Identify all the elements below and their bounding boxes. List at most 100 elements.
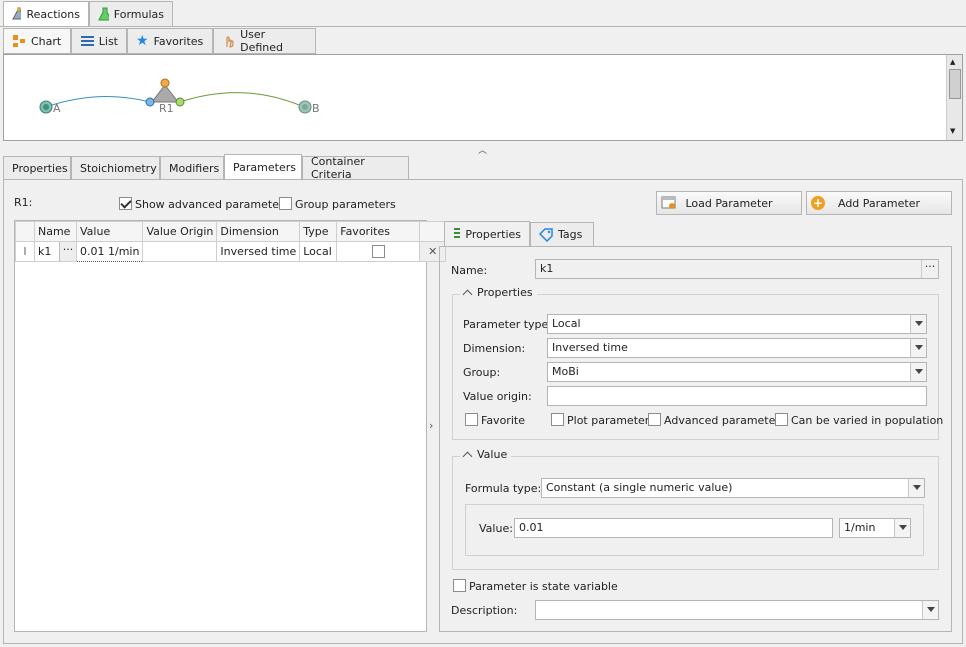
cell-value[interactable]: 0.01 1/min xyxy=(75,241,144,262)
col-dimension[interactable]: Dimension xyxy=(216,221,301,242)
plot-parameter-checkbox[interactable] xyxy=(551,413,564,426)
cell-value-origin[interactable] xyxy=(142,241,218,262)
parameters-grid: Name Value Value Origin Dimension Type F… xyxy=(15,221,447,262)
group-value: MoBi xyxy=(552,365,579,378)
formula-type-value: Constant (a single numeric value) xyxy=(546,481,733,494)
group-parameters-label: Group parameters xyxy=(295,198,396,211)
parameters-grid-area[interactable] xyxy=(14,220,427,632)
tab-reactions[interactable]: Reactions xyxy=(3,1,89,27)
tab-tags-label: Tags xyxy=(558,228,583,241)
splitter-collapse-icon[interactable]: ︿ xyxy=(478,143,487,156)
tab-parameters[interactable]: Parameters xyxy=(224,154,302,180)
favorite-flag-checkbox[interactable] xyxy=(465,413,478,426)
expand-right-icon[interactable]: › xyxy=(429,419,433,432)
row-cursor-icon: I xyxy=(15,241,35,262)
group-parameters-checkbox[interactable] xyxy=(279,197,292,210)
add-parameter-button[interactable]: + Add Parameter xyxy=(806,191,952,215)
state-variable-checkbox[interactable] xyxy=(453,579,466,592)
col-value[interactable]: Value xyxy=(75,221,144,242)
col-favorites[interactable]: Favorites xyxy=(336,221,421,242)
tab-tags[interactable]: Tags xyxy=(530,222,594,247)
row-indicator-header xyxy=(15,221,35,242)
node-a-label: A xyxy=(53,102,61,115)
tab-chart[interactable]: Chart xyxy=(3,28,71,54)
description-label: Description: xyxy=(451,604,518,617)
reaction-diagram[interactable]: A R1 B ▲ ▼ xyxy=(3,54,963,141)
cell-dimension[interactable]: Inversed time xyxy=(216,241,301,262)
chevron-down-icon xyxy=(910,315,926,333)
value-value: 0.01 xyxy=(519,521,544,534)
chart-icon xyxy=(13,35,25,47)
tab-modifiers-label: Modifiers xyxy=(169,161,220,175)
varied-population-label: Can be varied in population xyxy=(791,414,944,427)
tab-stoichiometry-label: Stoichiometry xyxy=(80,161,157,175)
tab-properties[interactable]: Properties xyxy=(3,156,71,180)
tab-formulas[interactable]: Formulas xyxy=(89,1,173,27)
chevron-down-icon xyxy=(894,519,910,537)
col-type[interactable]: Type xyxy=(299,221,338,242)
description-field[interactable] xyxy=(535,600,939,620)
tag-icon xyxy=(539,227,553,242)
dimension-select[interactable]: Inversed time xyxy=(547,338,927,358)
cell-favorite[interactable] xyxy=(336,241,421,262)
tab-container-criteria-label: Container Criteria xyxy=(311,155,365,181)
advanced-parameter-label: Advanced parameter xyxy=(664,414,780,427)
diagram-scrollbar[interactable]: ▲ ▼ xyxy=(946,55,962,140)
cell-type[interactable]: Local xyxy=(299,241,338,262)
list-icon xyxy=(81,36,94,46)
favorite-checkbox[interactable] xyxy=(372,245,386,258)
param-type-select[interactable]: Local xyxy=(547,314,927,334)
properties-group-header[interactable]: Properties xyxy=(460,286,537,300)
tab-user-defined-label: User Defined xyxy=(240,28,283,54)
tab-properties-label: Properties xyxy=(12,161,68,175)
table-row[interactable]: I k1 ··· 0.01 1/min Inversed time Local ✕ xyxy=(15,241,447,262)
tab-stoichiometry[interactable]: Stoichiometry xyxy=(71,156,160,180)
advanced-parameter-checkbox[interactable] xyxy=(648,413,661,426)
collapse-icon xyxy=(462,289,473,300)
tab-user-defined[interactable]: User Defined xyxy=(213,28,316,54)
ellipsis-button[interactable]: ··· xyxy=(59,242,76,261)
tab-container-criteria[interactable]: Container Criteria xyxy=(302,155,409,181)
value-group-header[interactable]: Value xyxy=(460,448,512,462)
tab-reactions-label: Reactions xyxy=(26,7,80,21)
tab-favorites[interactable]: ★ Favorites xyxy=(127,28,213,54)
tab-favorites-label: Favorites xyxy=(153,34,204,48)
name-field[interactable]: k1 ··· xyxy=(535,259,939,279)
flask-icon xyxy=(98,7,109,21)
edge-a-r1 xyxy=(45,96,151,108)
load-parameter-button[interactable]: Load Parameter xyxy=(656,191,802,215)
name-value: k1 xyxy=(540,262,554,275)
value-field[interactable]: 0.01 xyxy=(514,518,833,538)
favorite-flag-label: Favorite xyxy=(481,414,525,427)
group-select[interactable]: MoBi xyxy=(547,362,927,382)
tab-right-properties[interactable]: Properties xyxy=(444,221,530,247)
varied-population-checkbox[interactable] xyxy=(775,413,788,426)
dimension-value: Inversed time xyxy=(552,341,628,354)
value-header-label: Value xyxy=(477,448,508,461)
show-advanced-checkbox[interactable] xyxy=(119,197,132,210)
tab-modifiers[interactable]: Modifiers xyxy=(160,156,224,180)
formula-type-select[interactable]: Constant (a single numeric value) xyxy=(541,478,925,498)
load-icon xyxy=(661,196,676,209)
chevron-down-icon xyxy=(910,363,926,381)
unit-select[interactable]: 1/min xyxy=(839,518,911,538)
collapse-icon xyxy=(462,451,473,462)
load-parameter-label: Load Parameter xyxy=(685,196,773,210)
tab-list[interactable]: List xyxy=(71,28,127,54)
tab-list-label: List xyxy=(98,34,118,48)
value-origin-field[interactable] xyxy=(547,386,927,406)
name-ellipsis-button[interactable]: ··· xyxy=(921,260,938,278)
edge-r1-b xyxy=(179,92,305,108)
node-r1[interactable] xyxy=(150,84,180,103)
reactions-icon xyxy=(12,7,22,20)
tab-formulas-label: Formulas xyxy=(113,7,164,21)
dimension-label: Dimension: xyxy=(463,342,526,355)
tab-chart-label: Chart xyxy=(31,34,62,48)
col-name[interactable]: Name xyxy=(34,221,77,242)
chevron-down-icon xyxy=(908,479,924,497)
cell-name[interactable]: k1 ··· xyxy=(34,241,77,262)
chevron-down-icon xyxy=(922,601,938,619)
col-value-origin[interactable]: Value Origin xyxy=(142,221,218,242)
unit-value: 1/min xyxy=(844,521,876,534)
add-parameter-label: Add Parameter xyxy=(837,196,921,210)
